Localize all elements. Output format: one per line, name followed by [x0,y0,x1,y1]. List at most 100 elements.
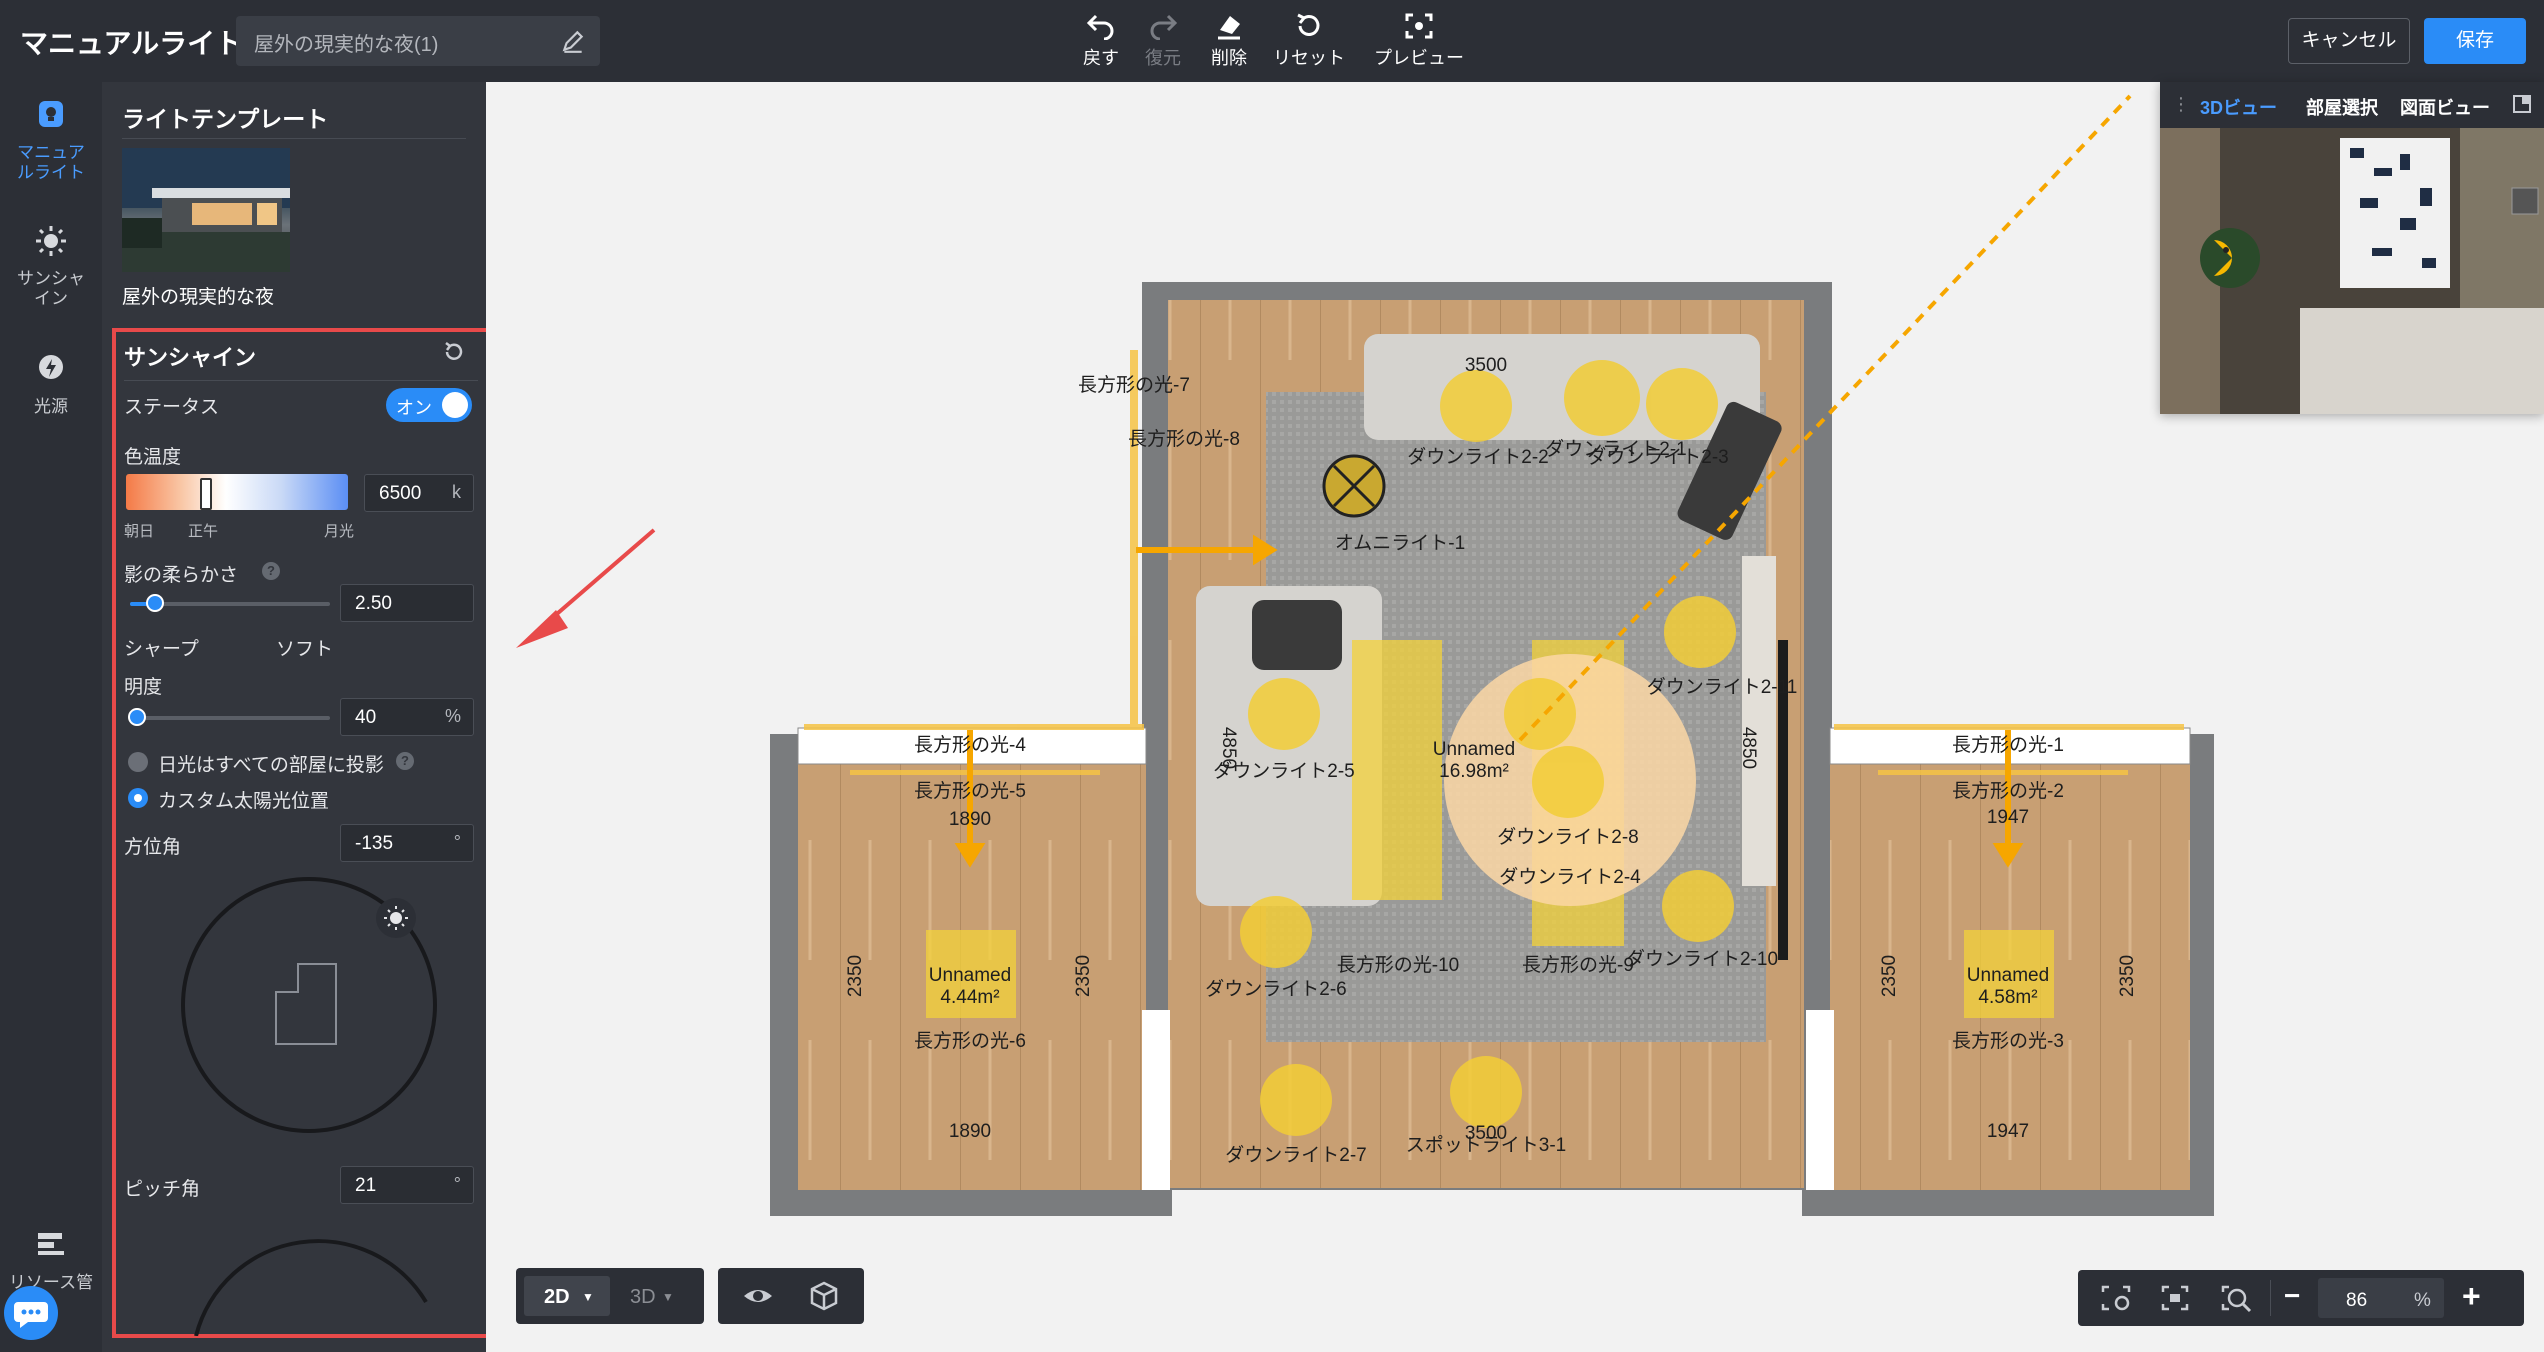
softness-slider[interactable] [130,594,330,612]
status-toggle-text: オン [396,398,432,418]
chevron-down-icon: ▼ [582,1290,594,1304]
azimuth-input[interactable]: -135 ° [340,824,474,862]
softness-slider-thumb[interactable] [146,594,164,612]
help-icon[interactable]: ? [262,562,280,580]
light-label[interactable]: 長方形の光-5 [914,782,1026,802]
light-label[interactable]: ダウンライト2-6 [1205,980,1346,1000]
template-section-title: ライトテンプレート [122,106,329,132]
reset-icon[interactable] [442,340,466,364]
status-toggle[interactable]: オン [386,388,472,422]
color-temp-unit: k [452,482,461,502]
zoom-out-button[interactable]: − [2284,1280,2300,1312]
light-label[interactable]: 長方形の光-3 [1952,1032,2064,1052]
settings-panel: ライトテンプレート 屋外の現実的な夜 サンシャイン ステータス オン 色温度 6… [102,82,494,1352]
tab-room-select[interactable]: 部屋選択 [2306,94,2378,120]
tab-3d-view[interactable]: 3Dビュー [2200,94,2277,120]
view-settings-icon[interactable] [2100,1284,2132,1312]
zoom-input[interactable]: 86 % [2318,1278,2444,1318]
zoom-area-icon[interactable] [2220,1284,2252,1314]
azimuth-label: 方位角 [124,837,182,858]
light-label[interactable]: 長方形の光-7 [1078,376,1190,396]
azimuth-value: -135 [355,833,394,854]
popout-icon[interactable] [2512,94,2532,114]
sidebar-item-sunshine[interactable]: サンシャイン [0,224,102,309]
light-label[interactable]: ダウンライト2-2 [1407,448,1548,468]
undo-label: 戻す [1083,48,1119,68]
toggle-knob [442,392,468,418]
option-custom-label: カスタム太陽光位置 [158,791,330,812]
sun-icon [36,226,66,256]
color-temp-input[interactable]: 6500 k [364,474,474,512]
pencil-icon[interactable] [560,28,586,54]
preview-button[interactable]: プレビュー [1372,12,1466,70]
3d-scene-preview [2160,128,2544,414]
radio-custom-position[interactable] [128,788,148,808]
drag-handle-icon[interactable]: ⋮ [2172,94,2190,115]
view-3d-button[interactable]: 3D ▼ [626,1276,696,1316]
brightness-input[interactable]: 40 % [340,698,474,736]
light-label[interactable]: 長方形の光-9 [1522,956,1634,976]
light-label[interactable]: 長方形の光-6 [914,1032,1026,1052]
zoom-toolbar: − 86 % + [2078,1270,2524,1326]
color-temp-gradient[interactable] [126,474,348,510]
softness-value: 2.50 [355,593,392,614]
dimension-label: 1890 [948,809,992,830]
brightness-slider-thumb[interactable] [128,708,146,726]
pitch-input[interactable]: 21 ° [340,1166,474,1204]
light-label[interactable]: 長方形の光-2 [1952,782,2064,802]
color-temp-handle[interactable] [200,478,212,510]
mark-soft: ソフト [276,639,334,660]
radio-all-rooms[interactable] [128,752,148,772]
chat-button[interactable] [4,1286,58,1340]
save-button[interactable]: 保存 [2424,18,2526,64]
light-label[interactable]: オムニライト-1 [1335,534,1465,554]
mark-sunrise: 朝日 [124,523,155,540]
light-label[interactable]: ダウンライト2-7 [1225,1146,1366,1166]
fit-view-icon[interactable] [2160,1284,2190,1312]
view-2d-label: 2D [544,1286,570,1308]
eraser-icon [1218,16,1240,40]
view-2d-button[interactable]: 2D ▼ [524,1276,610,1316]
redo-icon [1150,14,1178,40]
sidebar-item-light-source[interactable]: 光源 [0,352,102,417]
status-label: ステータス [124,397,220,418]
light-label[interactable]: 長方形の光-8 [1128,430,1240,450]
light-label[interactable]: 長方形の光-4 [914,736,1026,756]
room-area-label: 4.58m² [1978,987,2038,1008]
eye-icon[interactable] [742,1282,774,1310]
light-label[interactable]: ダウンライト2-4 [1499,868,1640,888]
pitch-unit: ° [453,1174,461,1194]
template-label: 屋外の現実的な夜 [122,287,275,308]
app-title: マニュアルライト [20,28,244,59]
dimension-label: 1947 [1986,807,2030,828]
help-icon[interactable]: ? [396,752,414,770]
pitch-dial[interactable] [176,1232,456,1336]
divider [124,380,478,381]
brightness-slider[interactable] [128,708,330,726]
light-label[interactable]: ダウンライト2-1 [1545,440,1686,460]
softness-input[interactable]: 2.50 [340,584,474,622]
sidebar-item-manual-light[interactable]: マニュアルライト [0,98,102,183]
light-label[interactable]: ダウンライト2-8 [1497,828,1638,848]
left-sidebar: マニュアルライト サンシャイン 光源 リソース管 [0,82,102,1352]
room-area-label: 4.44m² [940,987,1000,1008]
mark-moon: 月光 [324,523,355,540]
cube-icon[interactable] [808,1280,840,1312]
template-thumbnail[interactable] [122,148,290,272]
tab-plan-view[interactable]: 図面ビュー [2400,94,2490,120]
mini-3d-view[interactable]: ⋮ 3Dビュー 部屋選択 図面ビュー [2160,82,2544,414]
light-label[interactable]: 長方形の光-1 [1952,736,2064,756]
light-label[interactable]: ダウンライト2-10 [1626,950,1778,970]
zoom-in-button[interactable]: + [2462,1278,2481,1315]
delete-button[interactable]: 削除 [1184,12,1274,70]
azimuth-dial[interactable] [176,872,446,1142]
pitch-value: 21 [355,1175,377,1196]
dimension-label: 2350 [845,954,866,998]
reset-button[interactable]: リセット [1264,12,1354,70]
light-label[interactable]: 長方形の光-10 [1337,956,1459,976]
sunshine-highlight-box: サンシャイン ステータス オン 色温度 6500 k 朝日 正午 月光 影の柔ら… [112,328,494,1338]
cancel-button[interactable]: キャンセル [2288,18,2410,64]
light-label[interactable]: ダウンライト2-11 [1647,678,1798,698]
scene-name-field[interactable]: 屋外の現実的な夜(1) [236,16,600,66]
sidebar-item-resource[interactable]: リソース管 [0,1228,102,1293]
